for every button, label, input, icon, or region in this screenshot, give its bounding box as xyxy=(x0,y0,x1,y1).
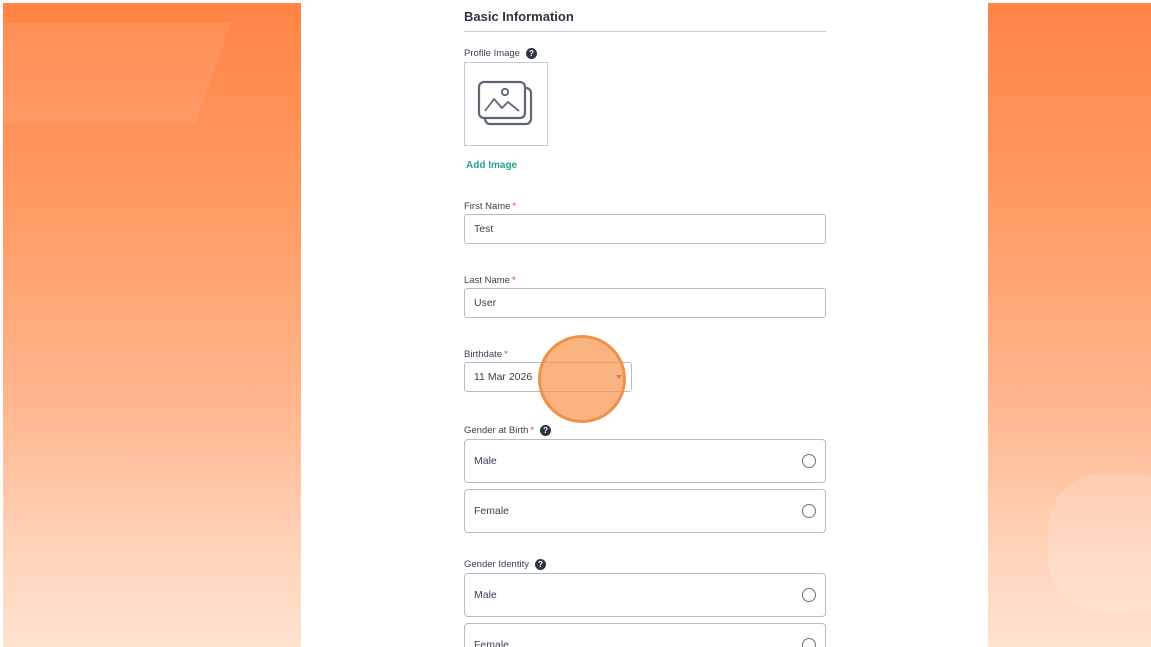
birthdate-label: Birthdate xyxy=(464,349,503,360)
click-highlight-indicator xyxy=(538,335,626,423)
required-marker: * xyxy=(530,425,535,436)
option-label: Female xyxy=(474,505,510,517)
radio-button[interactable] xyxy=(802,504,816,518)
option-label: Male xyxy=(474,589,497,601)
gender-at-birth-option-female[interactable]: Female xyxy=(464,489,826,533)
form-panel: Basic Information Profile Image ? Add Im… xyxy=(302,0,988,647)
birthdate-label-row: Birthdate * xyxy=(464,349,508,360)
profile-image-label-row: Profile Image ? xyxy=(464,48,537,59)
gender-identity-option-female[interactable]: Female xyxy=(464,623,826,647)
gender-identity-option-male[interactable]: Male xyxy=(464,573,826,617)
left-background-panel xyxy=(3,3,301,647)
question-circle-icon[interactable]: ? xyxy=(540,425,552,436)
option-label: Female xyxy=(474,639,510,647)
last-name-input[interactable] xyxy=(464,288,826,318)
gender-at-birth-option-male[interactable]: Male xyxy=(464,439,826,483)
radio-button[interactable] xyxy=(802,638,816,647)
question-circle-icon[interactable]: ? xyxy=(534,559,546,570)
option-label: Male xyxy=(474,455,497,467)
gender-at-birth-label: Gender at Birth xyxy=(464,425,529,436)
gender-identity-label-row: Gender Identity ? xyxy=(464,559,546,570)
radio-button[interactable] xyxy=(802,588,816,602)
add-image-link[interactable]: Add Image xyxy=(466,160,517,171)
first-name-label-row: First Name * xyxy=(464,201,516,212)
section-divider xyxy=(464,31,826,32)
question-circle-icon[interactable]: ? xyxy=(525,48,537,59)
required-marker: * xyxy=(511,275,516,286)
gender-identity-label: Gender Identity xyxy=(464,559,529,570)
radio-button[interactable] xyxy=(802,454,816,468)
right-background-panel xyxy=(988,3,1151,647)
first-name-label: First Name xyxy=(464,201,511,212)
profile-image-box[interactable] xyxy=(464,62,548,146)
birthdate-value: 11 Mar 2026 xyxy=(474,371,533,383)
last-name-label: Last Name xyxy=(464,275,510,286)
required-marker: * xyxy=(504,349,508,360)
profile-image-label: Profile Image xyxy=(464,48,520,59)
gender-at-birth-label-row: Gender at Birth * ? xyxy=(464,425,552,436)
required-marker: * xyxy=(512,201,517,212)
section-title: Basic Information xyxy=(464,9,574,24)
last-name-label-row: Last Name * xyxy=(464,275,516,286)
first-name-input[interactable] xyxy=(464,214,826,244)
image-icon xyxy=(477,80,533,126)
